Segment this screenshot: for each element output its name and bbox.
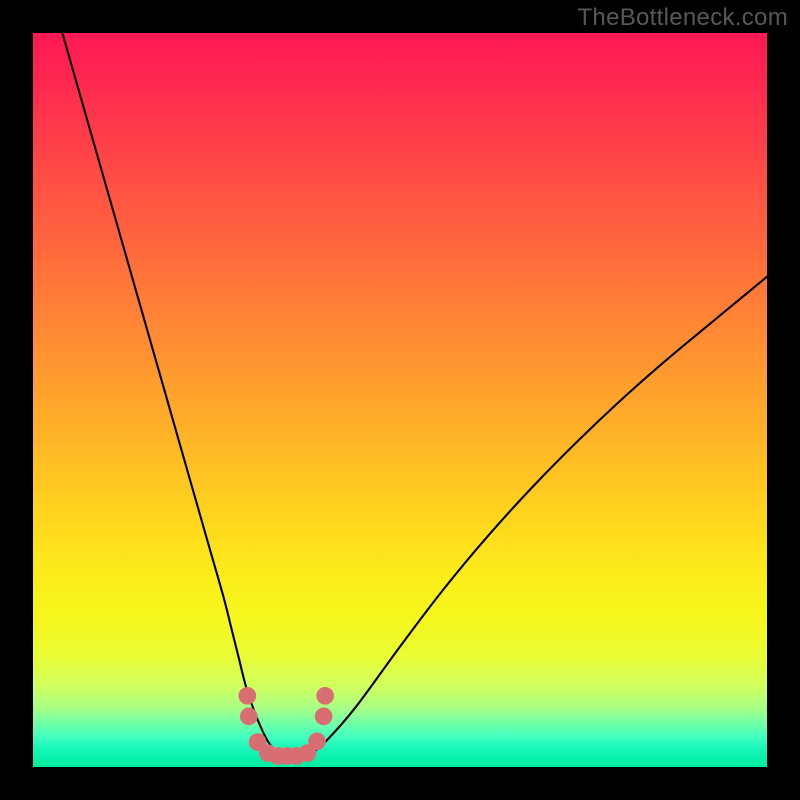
data-point: [316, 687, 334, 705]
chart-frame: TheBottleneck.com: [0, 0, 800, 800]
chart-svg: [33, 33, 767, 767]
data-point: [240, 708, 258, 726]
data-point-markers: [238, 687, 333, 765]
bottleneck-curve: [62, 33, 767, 760]
watermark-text: TheBottleneck.com: [577, 4, 788, 32]
data-point: [315, 708, 333, 726]
plot-area: [33, 33, 767, 767]
data-point: [308, 732, 326, 750]
data-point: [238, 687, 256, 705]
